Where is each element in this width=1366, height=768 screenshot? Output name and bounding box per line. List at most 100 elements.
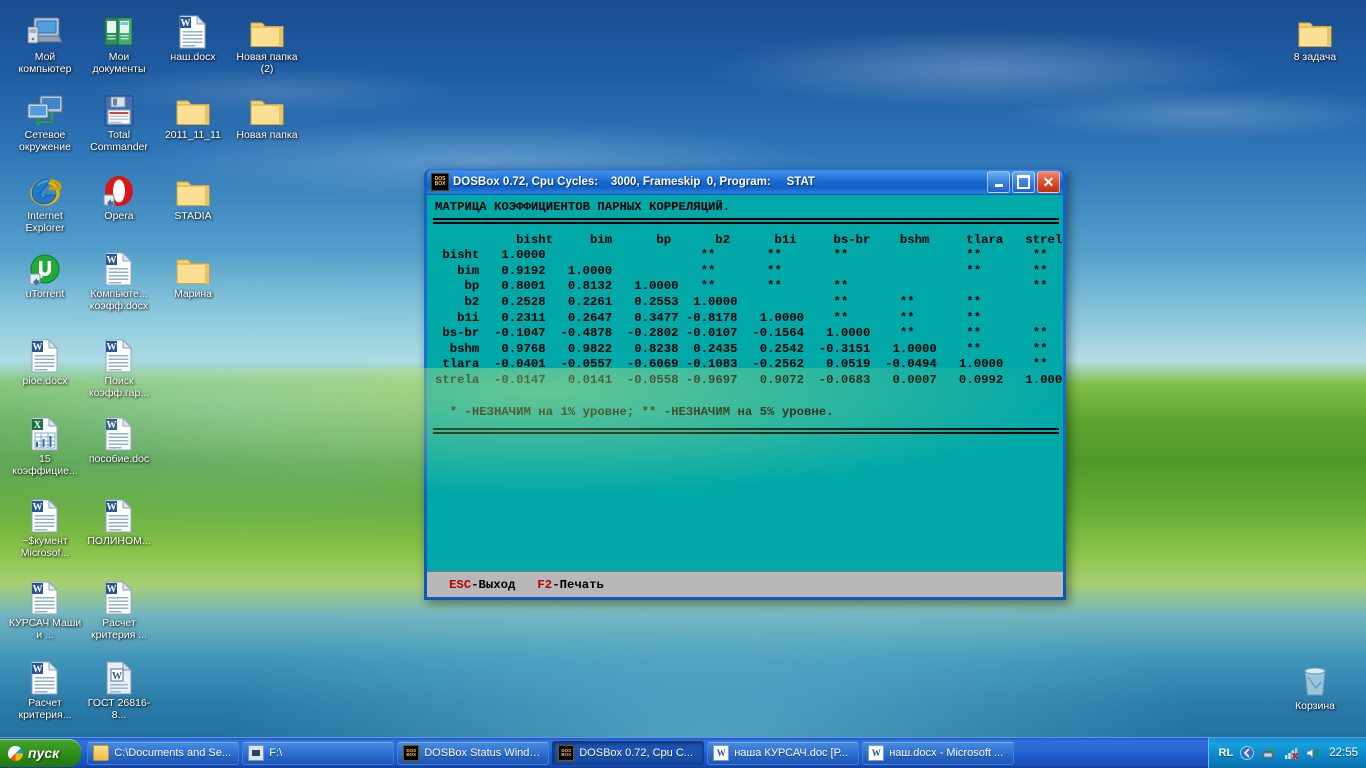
start-button[interactable]: пуск [0,739,82,767]
desktop-icon-word-doc[interactable]: W ~$кумент Microsof... [8,490,82,559]
matrix-row: bisht 1.0000 ** ** ** ** ** [435,248,1048,263]
desktop-icon-label: Opera [104,210,134,222]
svg-text:W: W [107,420,117,431]
folder-icon [156,243,230,287]
desktop-icon-label: pioe.docx [22,375,68,387]
minimize-button[interactable] [987,171,1010,193]
word-doc-icon: W [82,490,156,534]
network-icon[interactable] [1283,745,1299,761]
word-doc-icon: W [156,6,230,50]
desktop-icon-folder[interactable]: 2011_11_11 [156,84,230,142]
word-doc-icon: W [8,330,82,374]
word-doc-icon: W [82,243,156,287]
svg-text:W: W [33,584,43,595]
command-prompt-icon [248,745,265,761]
system-clock[interactable]: 22:55 [1327,747,1358,759]
folder-icon [1278,6,1352,50]
title-bar[interactable]: DOS BOX DOSBox 0.72, Cpu Cycles: 3000, Fr… [427,169,1063,195]
desktop-icon-internet-explorer[interactable]: Internet Explorer [8,165,82,234]
folder-icon [230,84,304,128]
start-button-label: пуск [28,745,60,761]
taskbar-button[interactable]: DOS BOX DOSBox 0.72, Cpu C... [552,741,705,765]
task-button-list: C:\Documents and Se... F:\ DOS BOX DOSBox St… [87,741,1017,765]
desktop-icon-label: Мои документы [92,51,146,75]
utorrent-icon [8,243,82,287]
desktop-icon-folder[interactable]: STADIA [156,165,230,223]
significance-footnote: * -НЕЗНАЧИМ на 1% уровне; ** -НЕЗНАЧИМ н… [435,404,834,419]
desktop-icon-label: Total Commander [90,129,148,153]
desktop-icon-word-doc[interactable]: W Компьюте... коэфф.docx [82,243,156,312]
desktop-icon-folder[interactable]: Марина [156,243,230,301]
desktop-icon-label: Расчет критерия... [18,697,72,721]
matrix-row: bim 0.9192 1.0000 ** ** ** ** [435,263,1048,278]
desktop-icon-label: наш.docx [170,51,216,63]
desktop-icon-word-doc-alt[interactable]: W ГОСТ 26816-8... [82,652,156,721]
desktop-icon-total-commander[interactable]: Total Commander [82,84,156,153]
taskbar-button[interactable]: Wнаш.docx - Microsoft ... [862,741,1015,765]
desktop[interactable]: Мой компьютер Мои документы W наш.docx Н… [0,0,1366,768]
desktop-icon-label: Мой компьютер [18,51,72,75]
desktop-icon-label: КУРСАЧ Маши и ... [8,617,82,641]
footnote-divider [433,428,1059,435]
desktop-icon-word-doc[interactable]: W ПОЛИНОМ... [82,490,156,548]
recycle-bin-icon [1278,655,1352,699]
matrix-row: strela -0.0147 0.0141 -0.0558 -0.9697 0.… [435,372,1063,387]
show-hidden-icons-icon[interactable] [1239,745,1255,761]
matrix-row: bs-br -0.1047 -0.4878 -0.2802 -0.0107 -0… [435,326,1048,341]
matrix-row: bshm 0.9768 0.9822 0.8238 0.2435 0.2542 … [435,341,1048,356]
desktop-icon-folder[interactable]: Новая папка [230,84,304,142]
desktop-icon-excel-doc[interactable]: X 15 коэффицие... [8,408,82,477]
taskbar-button-label: C:\Documents and Se... [114,747,232,759]
heading-divider [433,217,1059,224]
taskbar[interactable]: пуск C:\Documents and Se... F:\ DOS BOX DOSB… [0,737,1366,768]
desktop-icon-folder[interactable]: 8 задача [1278,6,1352,64]
language-indicator[interactable]: RL [1219,747,1234,759]
desktop-icon-label: Сетевое окружение [19,129,71,153]
desktop-icon-word-doc[interactable]: W пособие.doc [82,408,156,466]
windows-logo-icon [8,745,23,761]
taskbar-button[interactable]: F:\ [242,741,395,765]
opera-icon [82,165,156,209]
desktop-icon-opera[interactable]: Opera [82,165,156,223]
desktop-icon-utorrent[interactable]: uTorrent [8,243,82,301]
total-commander-icon [82,84,156,128]
my-documents-icon [82,6,156,50]
taskbar-button-label: DOSBox 0.72, Cpu C... [579,747,693,759]
network-icon [8,84,82,128]
desktop-icon-word-doc[interactable]: W Поиск коэфф.гар... [82,330,156,399]
taskbar-button[interactable]: DOS BOX DOSBox Status Window [397,741,550,765]
svg-text:W: W [112,671,122,682]
taskbar-button-label: наша КУРСАЧ.doc [Р... [734,747,848,759]
desktop-icon-word-doc[interactable]: W Расчет критерия ... [82,572,156,641]
matrix-row: b1i 0.2311 0.2647 0.3477 -0.8178 1.0000 … [435,310,982,325]
close-button[interactable]: ✕ [1037,171,1060,193]
minimize-icon [994,184,1003,187]
folder-icon [156,165,230,209]
dosbox-window[interactable]: DOS BOX DOSBox 0.72, Cpu Cycles: 3000, Fr… [424,169,1066,600]
desktop-icon-recycle-bin[interactable]: Корзина [1278,655,1352,713]
taskbar-button[interactable]: Wнаша КУРСАЧ.doc [Р... [707,741,860,765]
desktop-icon-word-doc[interactable]: W pioe.docx [8,330,82,388]
desktop-icon-folder[interactable]: Новая папка (2) [230,6,304,75]
desktop-icon-my-computer[interactable]: Мой компьютер [8,6,82,75]
desktop-icon-label: пособие.doc [88,453,150,465]
desktop-icon-label: STADIA [174,210,212,222]
safely-remove-hardware-icon[interactable] [1261,745,1277,761]
desktop-icon-word-doc[interactable]: W наш.docx [156,6,230,64]
matrix-rows: bisht 1.0000 ** ** ** ** ** bim 0.9192 1… [427,248,1063,388]
dos-terminal-screen[interactable]: МАТРИЦА КОЭФФИЦИЕНТОВ ПАРНЫХ КОРРЕЛЯЦИЙ.… [427,195,1063,571]
svg-text:X: X [34,420,42,431]
my-computer-icon [8,6,82,50]
desktop-icon-my-documents[interactable]: Мои документы [82,6,156,75]
svg-text:W: W [33,502,43,513]
desktop-icon-word-doc[interactable]: W КУРСАЧ Маши и ... [8,572,82,641]
desktop-icon-word-doc[interactable]: W Расчет критерия... [8,652,82,721]
volume-icon[interactable] [1305,745,1321,761]
svg-text:W: W [33,664,43,675]
maximize-button[interactable] [1012,171,1035,193]
folder-icon [156,84,230,128]
system-tray[interactable]: RL 22:55 [1207,738,1366,768]
taskbar-button[interactable]: C:\Documents and Se... [87,741,240,765]
desktop-icon-label: Новая папка (2) [236,51,298,75]
desktop-icon-network[interactable]: Сетевое окружение [8,84,82,153]
